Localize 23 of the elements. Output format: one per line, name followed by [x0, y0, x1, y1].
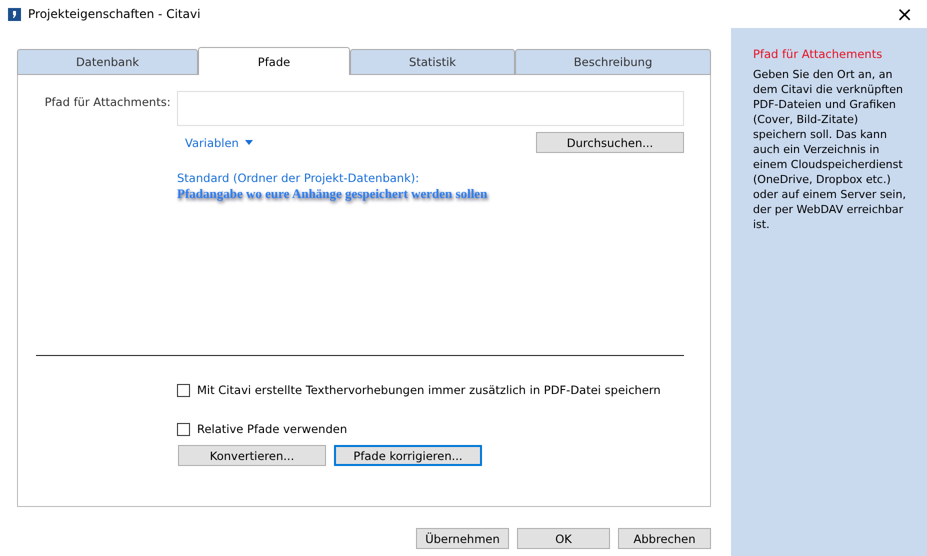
tab[interactable]: Datenbank — [17, 49, 198, 75]
app-logo-icon — [8, 8, 21, 20]
dialog-button[interactable]: Übernehmen — [416, 528, 509, 549]
checkbox[interactable]: Relative Pfade verwenden — [177, 422, 684, 436]
caret-icon — [244, 140, 253, 145]
tab[interactable]: Beschreibung — [515, 49, 711, 75]
help-title: Pfad für Attachements — [753, 47, 884, 61]
variables-link[interactable]: Variablen — [185, 136, 253, 150]
path-button[interactable]: Konvertieren... — [178, 445, 326, 466]
browse-button[interactable]: Durchsuchen... — [536, 132, 684, 153]
dialog-button[interactable]: OK — [517, 528, 610, 549]
dialog-button[interactable]: Abbrechen — [618, 528, 711, 549]
path-button[interactable]: Pfade korrigieren... — [334, 445, 482, 466]
annotation-text: Pfadangabe wo eure Anhänge gespeichert werden sollen — [177, 186, 488, 202]
window-title: Projekteigenschaften - Citavi — [28, 7, 202, 21]
close-button[interactable]: × — [890, 2, 919, 26]
tab[interactable]: Statistik — [350, 49, 515, 75]
checkbox[interactable]: Mit Citavi erstellte Texthervorhebungen immer zusätzlich in PDF-Datei speichern — [177, 383, 684, 397]
path-input[interactable] — [176, 91, 684, 126]
help-text: Geben Sie den Ort an, an dem Citavi die verknüpften PDF-Dateien und Grafiken (Cover, Bild-Zitate) speichern soll. Das kann auch ein Verzeichnis in einem Cloudspeicherdienst (OneDrive, Dropbox etc.) oder auf einem Server sein, der per WebDAV erreichbar ist. — [753, 67, 907, 232]
path-label: Pfad für Attachments: — [44, 94, 171, 111]
tab[interactable]: Pfade — [198, 47, 350, 75]
default-path-label: Standard (Ordner der Projekt-Datenbank): — [177, 171, 420, 185]
